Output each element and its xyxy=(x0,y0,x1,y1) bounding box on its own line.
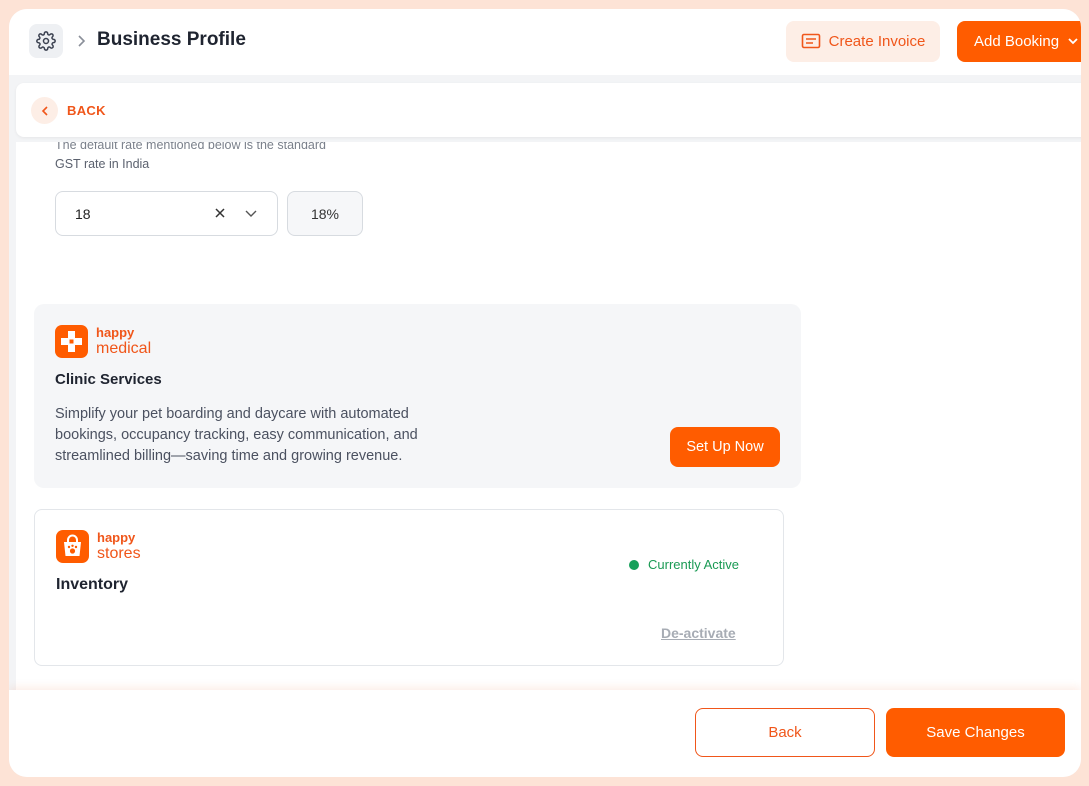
create-invoice-button[interactable]: Create Invoice xyxy=(786,21,940,62)
back-link[interactable]: BACK xyxy=(67,103,106,118)
clinic-services-title: Clinic Services xyxy=(55,371,162,388)
back-bar: BACK xyxy=(16,83,1081,137)
chevron-down-icon xyxy=(1068,38,1078,45)
invoice-icon xyxy=(801,33,820,48)
status-text: Currently Active xyxy=(648,557,740,572)
save-changes-button[interactable]: Save Changes xyxy=(886,708,1065,757)
chevron-left-icon xyxy=(41,105,48,116)
clinic-services-description: Simplify your pet boarding and daycare w… xyxy=(55,406,418,464)
medical-cross-icon xyxy=(55,325,88,358)
back-circle-button[interactable] xyxy=(31,97,58,124)
happy-medical-logo: happy medical xyxy=(55,325,151,358)
footer-bar: Back Save Changes xyxy=(9,690,1081,777)
page-title: Business Profile xyxy=(97,29,246,50)
logo-line2: medical xyxy=(96,340,152,357)
chevron-down-icon[interactable] xyxy=(244,208,258,220)
gst-percent-display: 18% xyxy=(287,191,363,236)
add-booking-button[interactable]: Add Booking xyxy=(957,21,1081,62)
main-content: The default rate mentioned below is the … xyxy=(16,142,1081,690)
gst-note-line1: The default rate mentioned below is the … xyxy=(55,142,327,152)
gear-icon xyxy=(36,31,56,51)
happy-stores-logo: happy stores xyxy=(56,530,141,563)
app-window: Business Profile Create Invoice Add Book… xyxy=(9,9,1081,777)
clinic-services-card: happy medical Clinic Services Simplify y… xyxy=(34,304,801,488)
logo-line1: happy xyxy=(97,530,136,545)
clear-icon[interactable] xyxy=(213,206,227,220)
inventory-title: Inventory xyxy=(56,576,129,593)
add-booking-label: Add Booking xyxy=(974,33,1060,50)
gst-rate-select[interactable]: 18 xyxy=(55,191,278,236)
set-up-now-button[interactable]: Set Up Now xyxy=(670,427,780,467)
shopping-bag-paw-icon xyxy=(56,530,89,563)
deactivate-link[interactable]: De-activate xyxy=(661,625,736,641)
logo-line2: stores xyxy=(97,545,141,562)
status-badge: Currently Active xyxy=(629,557,739,572)
create-invoice-label: Create Invoice xyxy=(828,33,926,50)
status-dot-icon xyxy=(629,559,639,570)
logo-line1: happy xyxy=(96,325,135,340)
gst-note-line2: GST rate in India xyxy=(55,157,150,171)
back-button[interactable]: Back xyxy=(695,708,875,757)
gst-rate-value: 18 xyxy=(75,206,91,222)
settings-button[interactable] xyxy=(29,24,63,58)
breadcrumb-chevron-right-icon xyxy=(78,35,86,47)
inventory-card: happy stores Inventory Currently Active … xyxy=(34,509,784,666)
top-header: Business Profile Create Invoice Add Book… xyxy=(9,9,1081,75)
